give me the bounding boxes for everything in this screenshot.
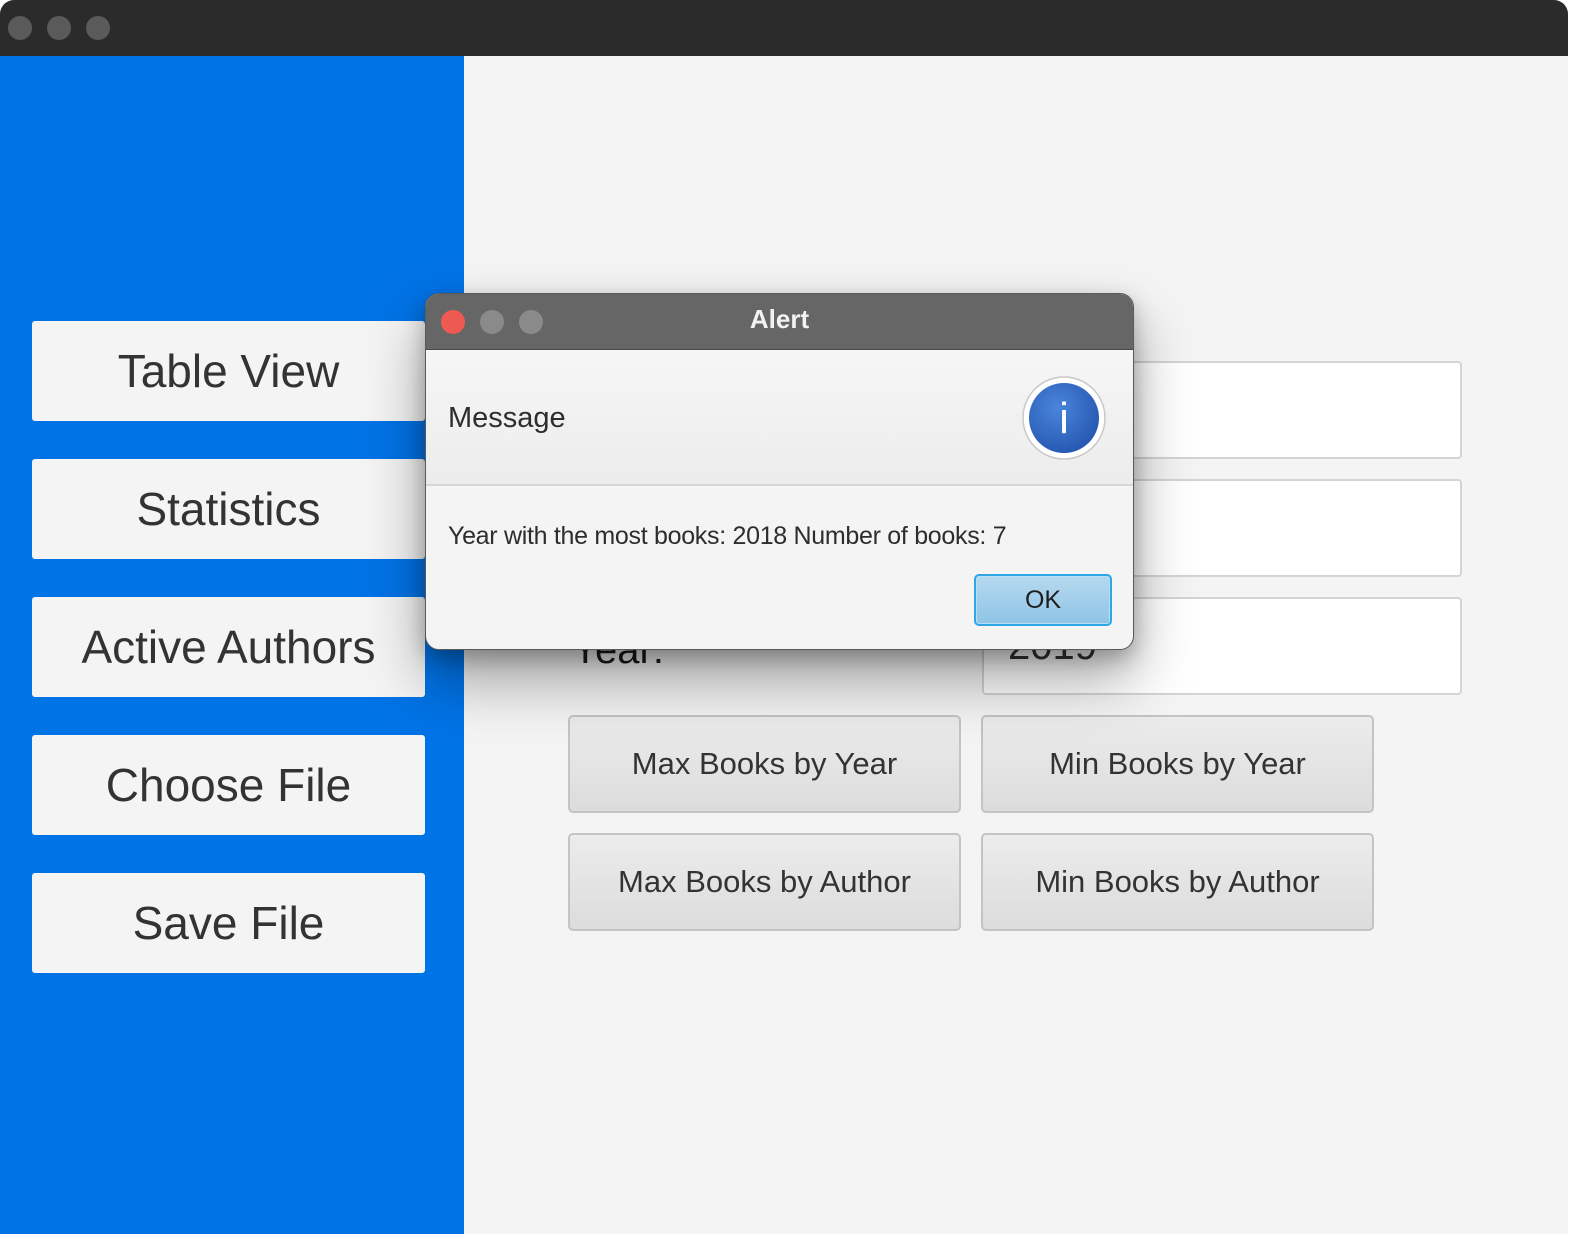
alert-header-text: Message (448, 402, 566, 434)
table-view-button[interactable]: Table View (32, 321, 425, 421)
active-authors-button[interactable]: Active Authors (32, 597, 425, 697)
sidebar: Table View Statistics Active Authors Cho… (0, 56, 464, 1234)
info-icon-glyph: i (1059, 394, 1069, 443)
statistics-button[interactable]: Statistics (32, 459, 425, 559)
zoom-window-icon[interactable] (86, 16, 110, 40)
alert-header: Message i (426, 350, 1133, 486)
minimize-window-icon[interactable] (47, 16, 71, 40)
choose-file-button[interactable]: Choose File (32, 735, 425, 835)
alert-dialog: Alert Message i Year with the most books… (425, 293, 1134, 650)
save-file-button[interactable]: Save File (32, 873, 425, 973)
alert-titlebar: Alert (426, 294, 1133, 350)
window-titlebar (0, 0, 1568, 56)
info-icon: i (1022, 376, 1106, 460)
min-books-by-year-button[interactable]: Min Books by Year (981, 715, 1374, 813)
max-books-by-author-button[interactable]: Max Books by Author (568, 833, 961, 931)
min-books-by-author-button[interactable]: Min Books by Author (981, 833, 1374, 931)
close-window-icon[interactable] (8, 16, 32, 40)
alert-title: Alert (749, 304, 810, 334)
ok-button[interactable]: OK (974, 574, 1112, 626)
max-books-by-year-button[interactable]: Max Books by Year (568, 715, 961, 813)
alert-message: Year with the most books: 2018 Number of… (448, 522, 1007, 550)
